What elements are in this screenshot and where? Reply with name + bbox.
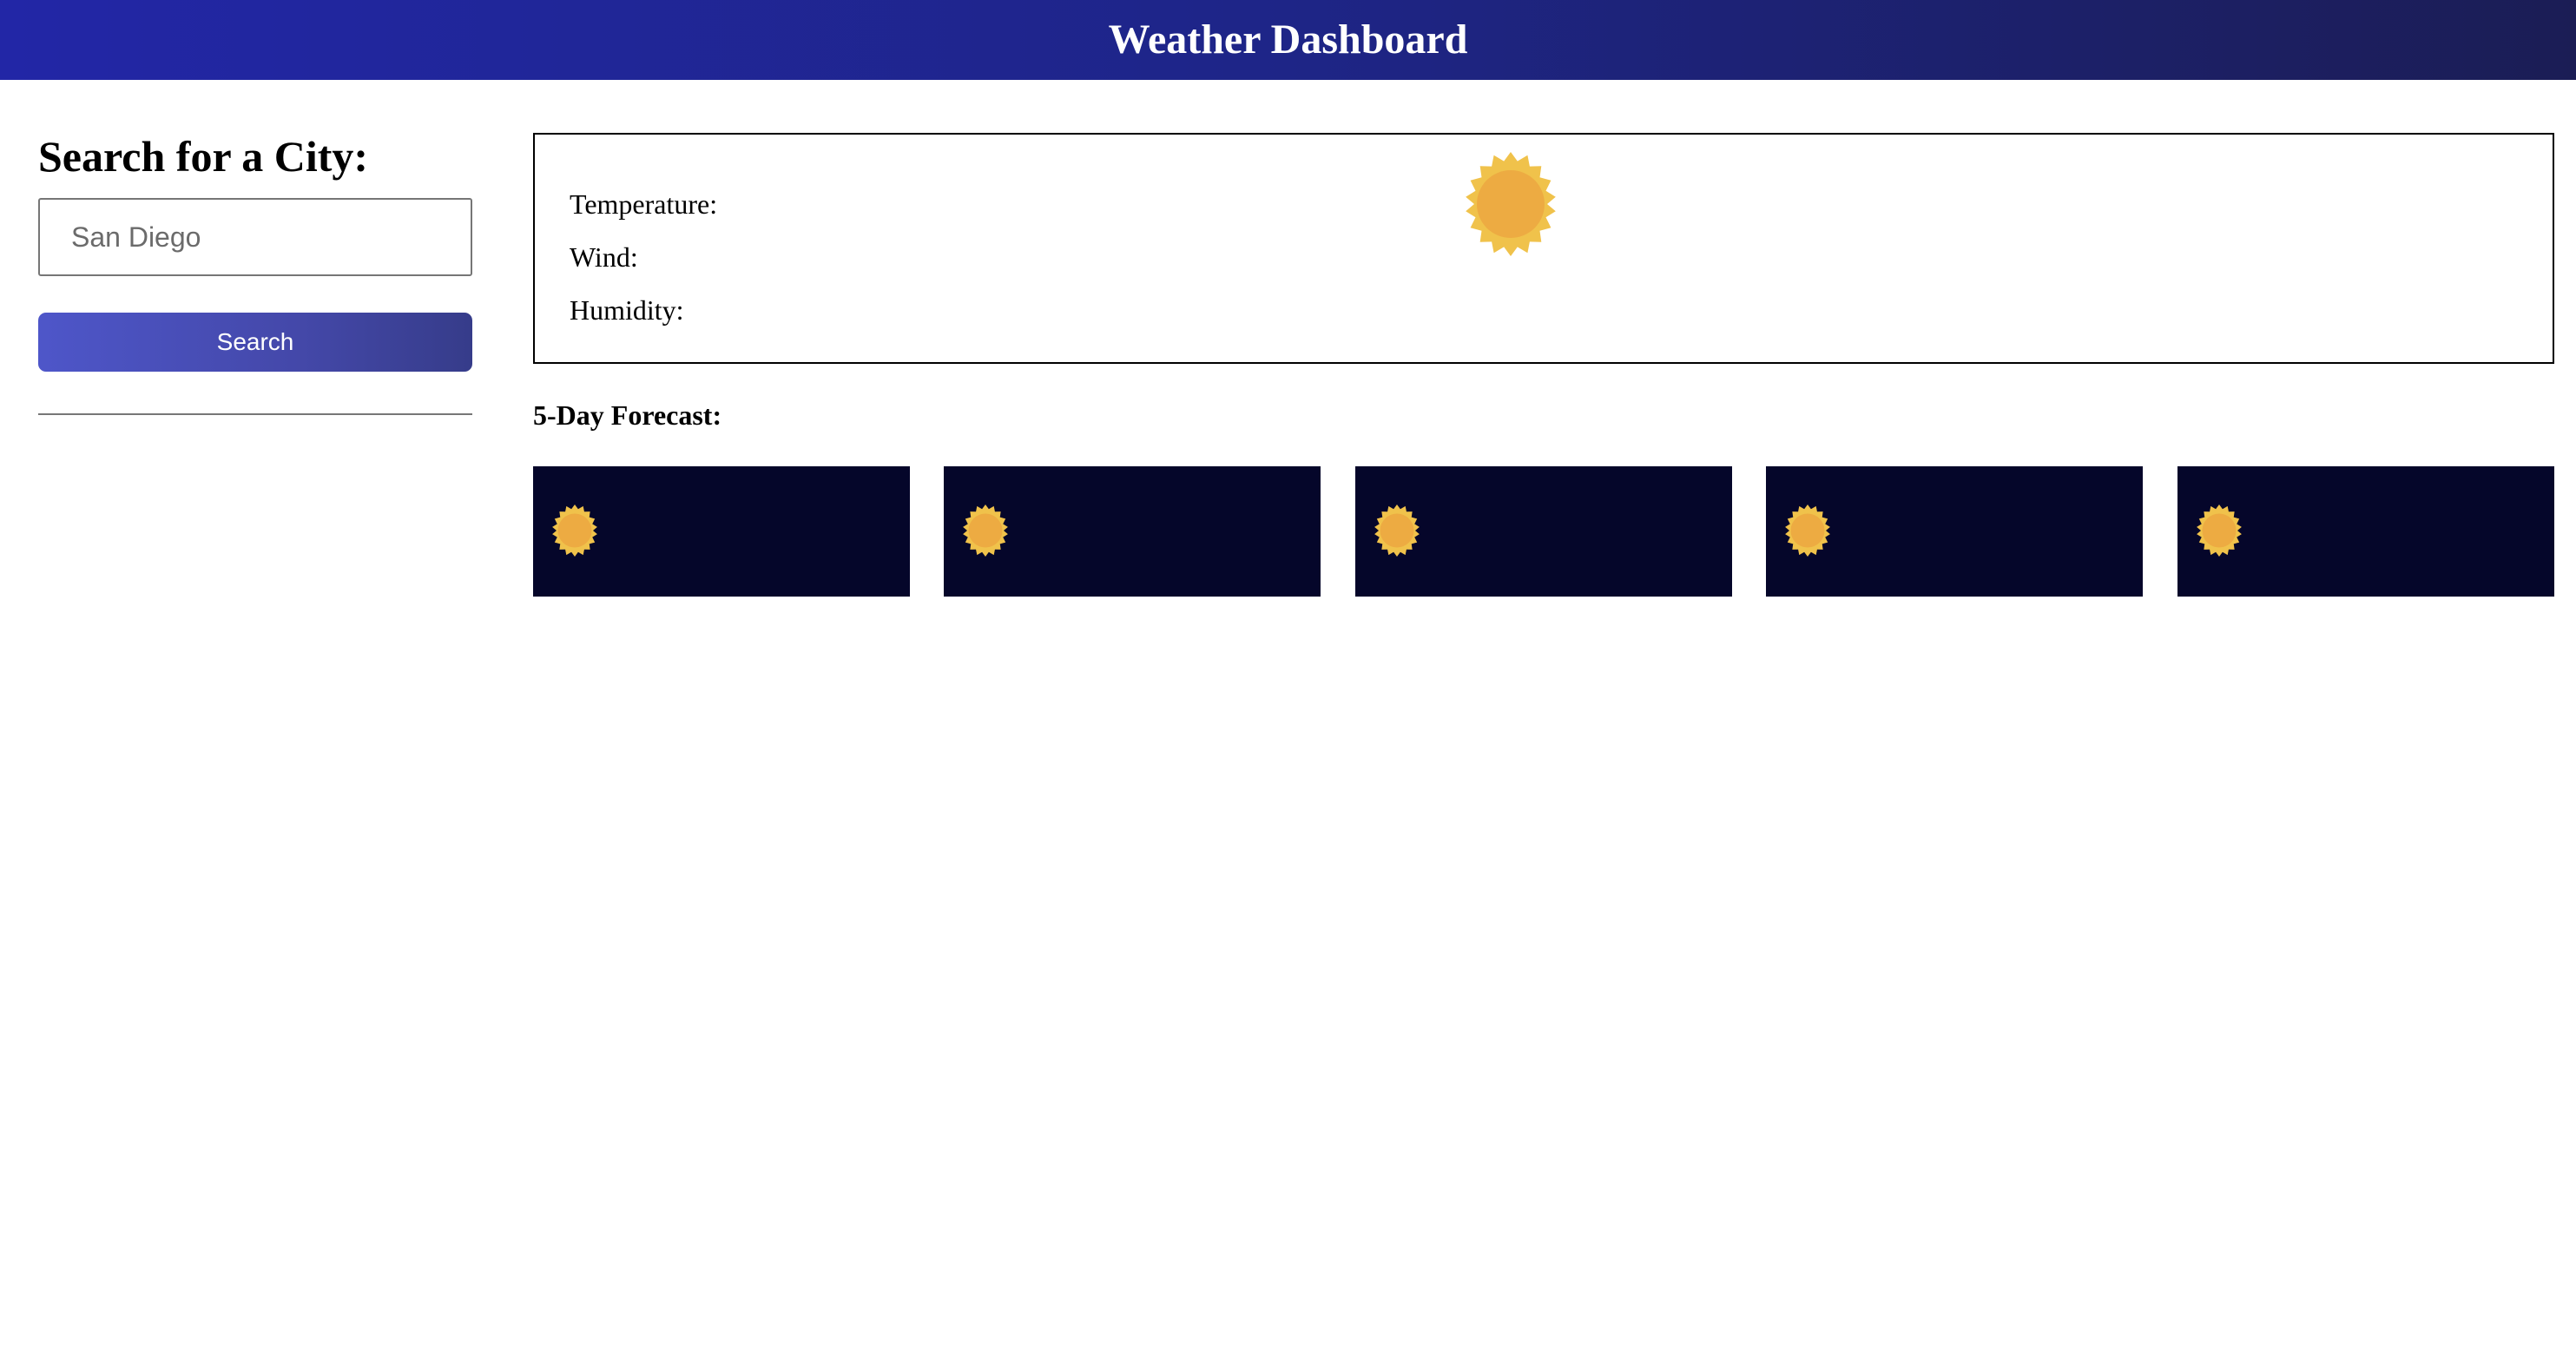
search-heading: Search for a City: [38,132,369,181]
forecast-card-day-1 [533,466,910,597]
sun-icon [963,505,1008,557]
forecast-title: 5-Day Forecast: [533,399,722,431]
sun-icon [1374,505,1420,557]
sun-icon [552,505,597,557]
app-header: Weather Dashboard [0,0,2576,80]
wind-label: Wind: [570,241,638,273]
forecast-card-day-3 [1355,466,1732,597]
forecast-card-day-2 [944,466,1321,597]
forecast-card-day-4 [1766,466,2143,597]
search-sidebar: Search for a City: Search [38,130,472,415]
sun-icon [1466,152,1556,256]
app-title: Weather Dashboard [1108,16,1468,63]
sidebar-divider [38,413,472,415]
sun-icon [1785,505,1830,557]
sun-icon [2197,505,2242,557]
search-button[interactable]: Search [38,313,472,372]
city-search-input[interactable] [38,198,472,276]
forecast-row [533,466,2554,597]
temperature-label: Temperature: [570,188,718,220]
forecast-card-day-5 [2177,466,2554,597]
humidity-label: Humidity: [570,294,684,326]
current-weather-card: Temperature: Wind: Humidity: [533,133,2554,364]
